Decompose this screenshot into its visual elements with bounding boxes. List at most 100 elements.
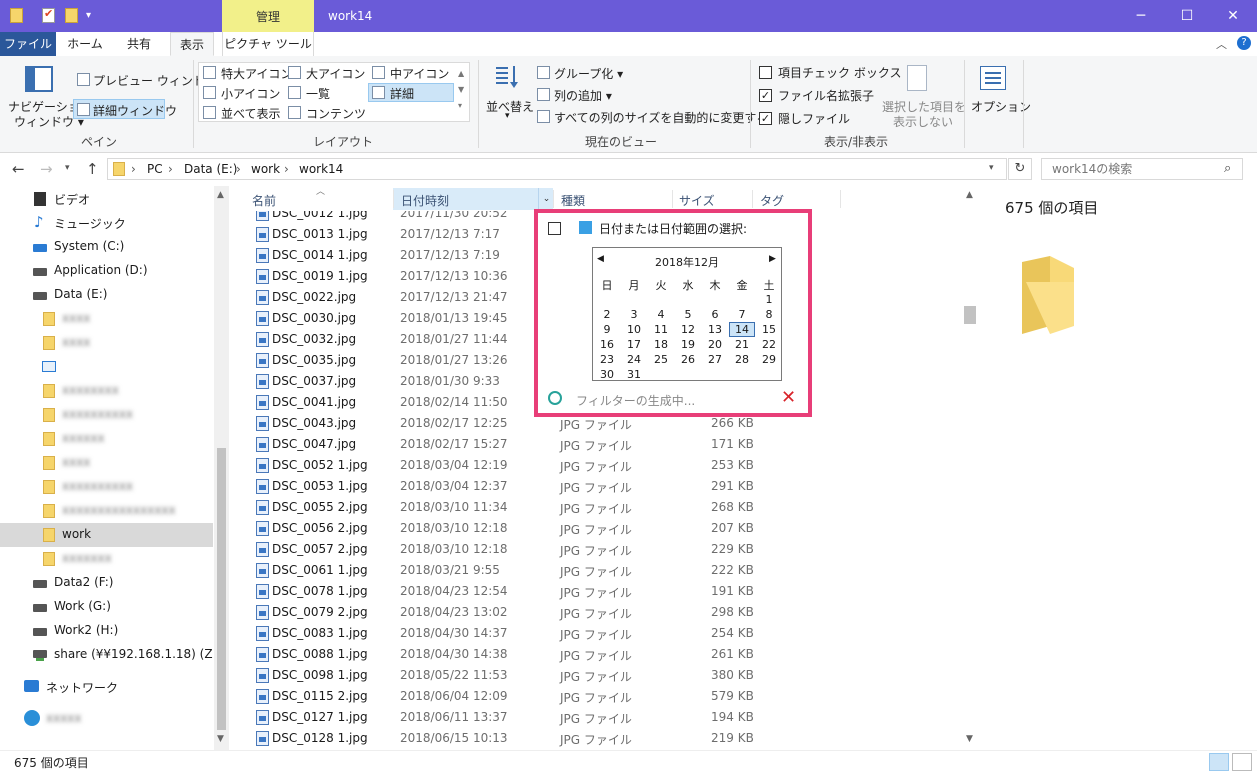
calendar-day[interactable]: 10 [621,323,647,336]
scrollbar-thumb[interactable] [964,306,976,324]
options-button[interactable]: オプション [971,98,1031,115]
tab-share[interactable]: 共有 [116,32,162,56]
layout-extra-large[interactable]: 特大アイコン [221,65,292,82]
close-filter-icon[interactable]: ✕ [781,387,796,408]
filter-dropdown-icon[interactable]: ⌄ [538,188,554,210]
close-button[interactable]: ✕ [1210,0,1256,32]
nav-item-share-z[interactable]: share (¥¥192.168.1.18) (Z:) [0,643,221,667]
nav-item-folder[interactable]: xxxxxxxxxx [0,403,213,427]
calendar-day[interactable]: 16 [594,338,620,351]
new-folder-icon[interactable] [65,8,78,23]
search-input[interactable]: work14の検索 [1041,158,1243,180]
calendar-day[interactable]: 17 [621,338,647,351]
calendar-day[interactable]: 25 [648,353,674,366]
calendar-day[interactable]: 13 [702,323,728,336]
sort-dropdown-icon[interactable]: ▾ [505,111,510,121]
nav-item-work[interactable]: work [0,523,213,547]
calendar-day[interactable]: 27 [702,353,728,366]
properties-icon[interactable]: ✔ [42,7,55,23]
nav-item-system-c[interactable]: System (C:) [0,235,213,259]
help-icon[interactable]: ? [1237,36,1251,50]
file-row[interactable]: DSC_0057 2.jpg 2018/03/10 12:18 JPG ファイル 22… [249,539,961,560]
breadcrumb-work[interactable]: work [251,162,280,176]
nav-item-network[interactable]: ネットワーク [0,675,213,699]
calendar-day[interactable]: 30 [594,368,620,381]
calendar-day[interactable]: 3 [621,308,647,321]
nav-item-application-d[interactable]: Application (D:) [0,259,213,283]
calendar-day[interactable]: 23 [594,353,620,366]
refresh-icon[interactable]: ↻ [1008,158,1032,180]
calendar-day[interactable]: 24 [621,353,647,366]
tab-view[interactable]: 表示 [170,32,214,56]
details-view-button[interactable] [1209,753,1229,771]
address-bar[interactable] [107,158,1007,180]
nav-item-music[interactable]: ♪ ミュージック [0,211,213,235]
calendar-day[interactable]: 31 [621,368,647,381]
scroll-down-icon[interactable]: ▼ [217,734,224,744]
calendar-day[interactable]: 14 [729,322,755,337]
nav-item-work2-h[interactable]: Work2 (H:) [0,619,213,643]
nav-item-work-g[interactable]: Work (G:) [0,595,213,619]
size-all-columns-button[interactable]: すべての列のサイズを自動的に変更する [554,109,768,126]
file-row[interactable]: DSC_0078 1.jpg 2018/04/23 12:54 JPG ファイル 19… [249,581,961,602]
hidden-items-checkbox[interactable]: ✓ [759,112,772,125]
gallery-scroll[interactable]: ▲ ▼ ▾ [458,66,464,114]
column-header-name[interactable]: 名前 [252,192,276,209]
calendar-day[interactable]: 22 [756,338,782,351]
file-row[interactable]: DSC_0055 2.jpg 2018/03/10 11:34 JPG ファイル 26… [249,497,961,518]
nav-item-folder[interactable]: xxxxxxxxxxxxxxxx [0,499,213,523]
back-button[interactable]: ← [12,160,25,178]
file-row[interactable]: DSC_0088 1.jpg 2018/04/30 14:38 JPG ファイル 26… [249,644,961,665]
breadcrumb-work14[interactable]: work14 [299,162,343,176]
file-row[interactable]: DSC_0047.jpg 2018/02/17 15:27 JPG ファイル 171 … [249,434,961,455]
scrollbar-thumb[interactable] [217,448,226,730]
tab-home[interactable]: ホーム [62,32,108,56]
calendar-day[interactable]: 15 [756,323,782,336]
navigation-scrollbar[interactable]: ▲ ▼ [214,186,229,750]
scroll-down-icon[interactable]: ▼ [966,734,973,744]
group-by-button[interactable]: グループ化 ▾ [554,65,623,82]
calendar-day[interactable]: 4 [648,308,674,321]
scroll-up-icon[interactable]: ▲ [966,190,973,200]
calendar-day[interactable]: 26 [675,353,701,366]
file-row[interactable]: DSC_0083 1.jpg 2018/04/30 14:37 JPG ファイル 25… [249,623,961,644]
calendar-day[interactable]: 2 [594,308,620,321]
navigation-pane-icon[interactable] [25,66,53,92]
layout-small[interactable]: 小アイコン [221,85,280,102]
calendar[interactable]: ◀ 2018年12月 ▶ 日月火水木金土 1 2 3 4 5 6 7 8 9 10 11 12 13 14 1… [592,247,782,381]
column-header-tags[interactable]: タグ [760,192,784,209]
calendar-day[interactable]: 21 [729,338,755,351]
layout-content[interactable]: コンテンツ [306,105,366,122]
nav-item-data2-f[interactable]: Data2 (F:) [0,571,213,595]
forward-button[interactable]: → [40,160,53,178]
file-row[interactable]: DSC_0056 2.jpg 2018/03/10 12:18 JPG ファイル 20… [249,518,961,539]
collapse-ribbon-icon[interactable]: ︿ [1216,36,1227,52]
calendar-day[interactable]: 28 [729,353,755,366]
nav-item-data-e[interactable]: Data (E:) [0,283,213,307]
customize-quick-access-icon[interactable]: ▾ [86,10,91,21]
nav-item-video[interactable]: ビデオ [0,187,213,211]
file-row[interactable]: DSC_0053 1.jpg 2018/03/04 12:37 JPG ファイル 29… [249,476,961,497]
calendar-day[interactable]: 1 [756,293,782,306]
file-row[interactable]: DSC_0061 1.jpg 2018/03/21 9:55 JPG ファイル 222… [249,560,961,581]
column-header-type[interactable]: 種類 [561,192,585,209]
manage-tab[interactable]: 管理 [222,0,314,32]
nav-item-folder[interactable]: xxxxxx [0,427,213,451]
file-row[interactable]: DSC_0098 1.jpg 2018/05/22 11:53 JPG ファイル 38… [249,665,961,686]
nav-item-folder[interactable] [0,355,213,379]
layout-tiles[interactable]: 並べて表示 [221,105,281,122]
file-extensions-checkbox[interactable]: ✓ [759,89,772,102]
large-icons-view-button[interactable] [1232,753,1252,771]
layout-large[interactable]: 大アイコン [306,65,365,82]
file-row[interactable]: DSC_0128 1.jpg 2018/06/15 10:13 JPG ファイル 21… [249,728,961,749]
calendar-day[interactable]: 19 [675,338,701,351]
recent-locations-icon[interactable]: ▾ [65,163,70,173]
maximize-button[interactable]: ☐ [1164,0,1210,32]
breadcrumb-pc[interactable]: PC [147,162,163,176]
file-row[interactable]: DSC_0052 1.jpg 2018/03/04 12:19 JPG ファイル 25… [249,455,961,476]
add-columns-button[interactable]: 列の追加 ▾ [554,87,612,104]
calendar-day[interactable]: 9 [594,323,620,336]
breadcrumb-data-e[interactable]: Data (E:) [184,162,237,176]
nav-item-folder[interactable]: xxxxxxxxxx [0,475,213,499]
calendar-day[interactable]: 7 [729,308,755,321]
